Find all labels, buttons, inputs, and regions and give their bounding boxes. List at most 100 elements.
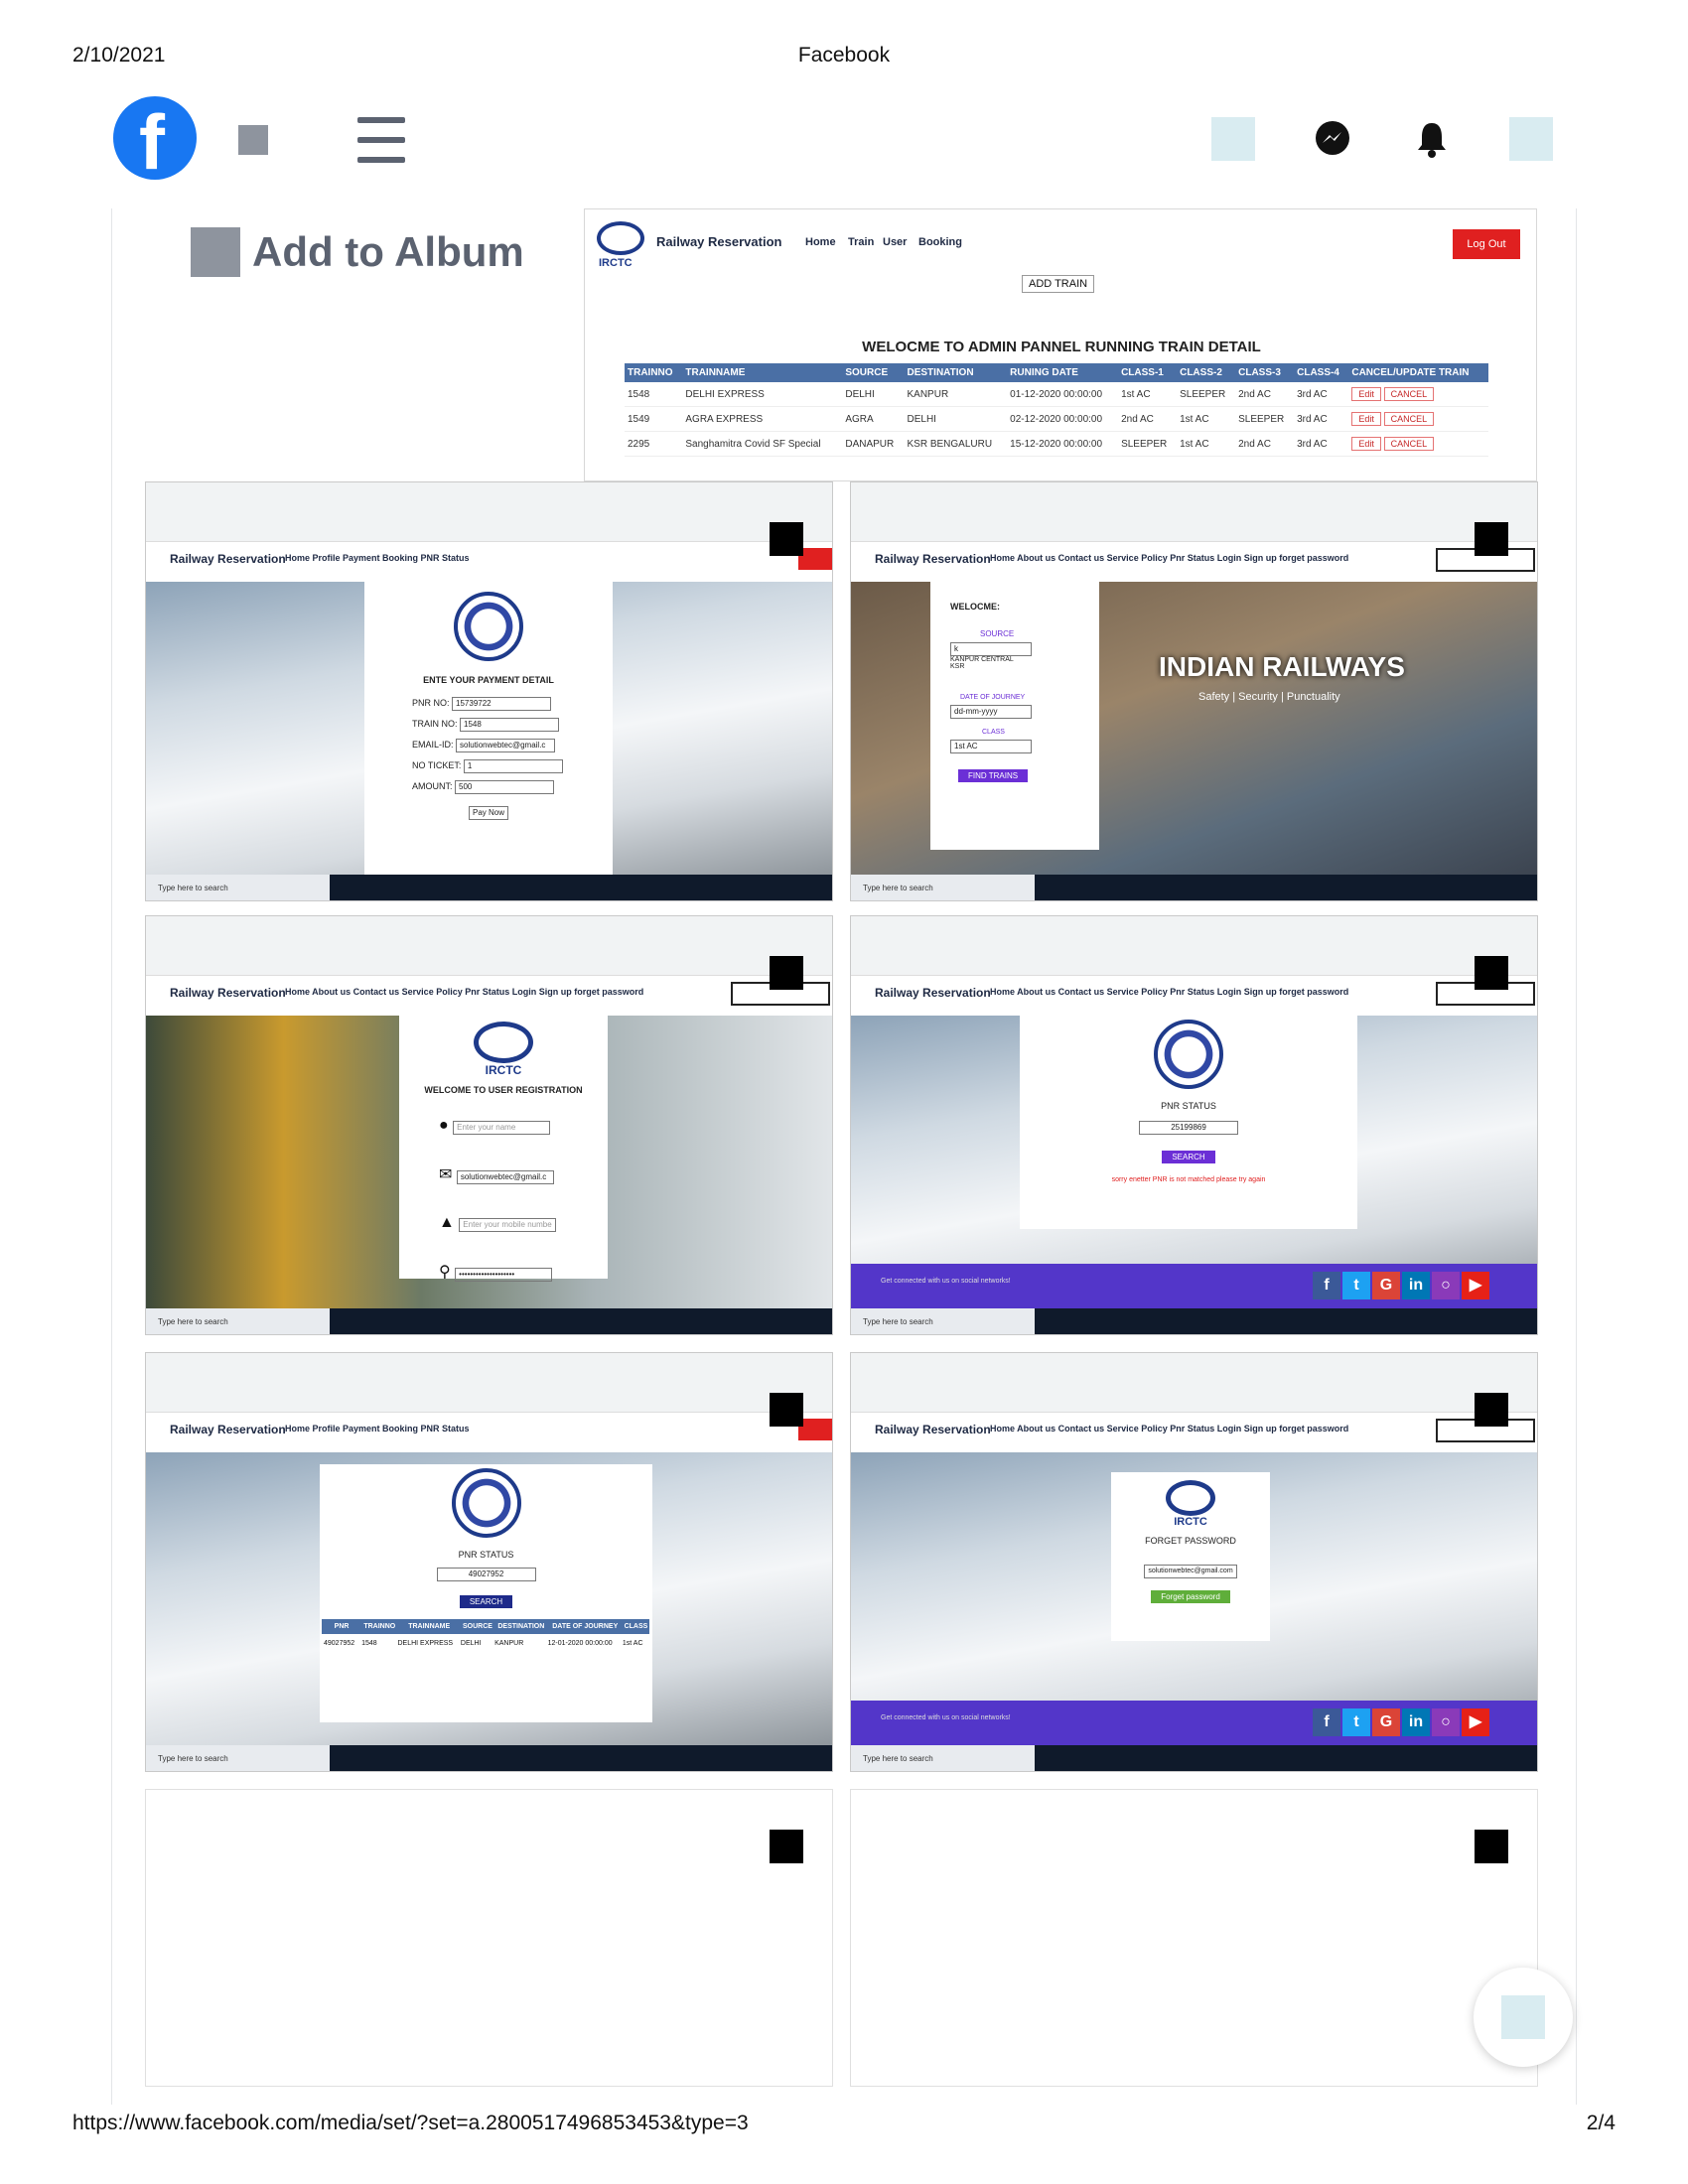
photo-options-icon[interactable] bbox=[770, 522, 803, 556]
search-card: WELOCME: SOURCE k KANPUR CENTRAL KSR DAT… bbox=[930, 582, 1099, 850]
table-header: PNR bbox=[334, 1623, 350, 1630]
app-nav: Home Profile Payment Booking PNR Status bbox=[285, 553, 470, 563]
table-row: 2295 Sanghamitra Covid SF Special DANAPU… bbox=[625, 431, 1488, 457]
taskbar: Type here to search bbox=[851, 1745, 1537, 1771]
pnr-field: 15739722 bbox=[452, 697, 552, 711]
messenger-icon[interactable] bbox=[1311, 117, 1354, 161]
pnr-field: 49027952 bbox=[436, 1568, 536, 1581]
table-cell: DELHI EXPRESS bbox=[397, 1640, 454, 1647]
registration-heading: WELCOME TO USER REGISTRATION bbox=[424, 1085, 583, 1095]
class-select: 1st AC bbox=[950, 740, 1032, 753]
doj-label: DATE OF JOURNEY bbox=[960, 694, 1026, 701]
photo-options-icon[interactable] bbox=[1475, 1393, 1508, 1427]
table-cell: 02-12-2020 00:00:00 bbox=[1007, 406, 1119, 432]
photo-options-icon[interactable] bbox=[1475, 522, 1508, 556]
photo-payment[interactable]: Railway Reservation Home Profile Payment… bbox=[145, 481, 833, 901]
table-header: SOURCE bbox=[463, 1623, 492, 1630]
table-cell: 49027952 bbox=[324, 1640, 355, 1647]
edit-button: Edit bbox=[1351, 412, 1381, 426]
placeholder-icon[interactable] bbox=[238, 125, 268, 155]
table-cell: Edit CANCEL bbox=[1348, 406, 1488, 432]
floating-action-button[interactable] bbox=[1474, 1968, 1573, 2067]
table-cell: AGRA bbox=[842, 406, 905, 432]
taskbar: Type here to search bbox=[851, 1308, 1537, 1334]
table-cell: 2nd AC bbox=[1235, 382, 1295, 407]
table-cell: 1548 bbox=[625, 382, 683, 407]
add-album-icon bbox=[191, 227, 240, 277]
notifications-icon[interactable] bbox=[1410, 117, 1454, 161]
train-field: 1548 bbox=[460, 718, 560, 732]
facebook-logo[interactable]: f bbox=[113, 96, 197, 184]
photo-options-icon[interactable] bbox=[1475, 1830, 1508, 1863]
mobile-field: Enter your mobile numbe bbox=[459, 1218, 557, 1232]
photo-options-icon[interactable] bbox=[770, 956, 803, 990]
social-bar: Get connected with us on social networks… bbox=[851, 1701, 1537, 1745]
photo-options-icon[interactable] bbox=[1475, 956, 1508, 990]
admin-train-table: TRAINNO TRAINNAME SOURCE DESTINATION RUN… bbox=[625, 363, 1488, 457]
pnr-field: 25199869 bbox=[1139, 1121, 1238, 1135]
photo-pnr-status-result[interactable]: Railway Reservation Home Profile Payment… bbox=[145, 1352, 833, 1772]
doj-field: dd-mm-yyyy bbox=[950, 705, 1032, 719]
placeholder-icon[interactable] bbox=[1211, 117, 1255, 161]
table-header: CLASS-2 bbox=[1177, 363, 1236, 382]
table-cell: 15-12-2020 00:00:00 bbox=[1007, 431, 1119, 457]
ticket-label: NO TICKET: bbox=[412, 760, 462, 770]
amount-label: AMOUNT: bbox=[412, 781, 453, 791]
table-cell: 1549 bbox=[625, 406, 683, 432]
browser-chrome bbox=[146, 482, 832, 542]
table-header: TRAINNAME bbox=[682, 363, 843, 382]
table-cell: 2nd AC bbox=[1118, 406, 1178, 432]
password-field: •••••••••••••••••••• bbox=[455, 1268, 553, 1282]
cancel-button: CANCEL bbox=[1383, 437, 1435, 451]
menu-icon[interactable] bbox=[357, 117, 405, 163]
irctc-logo-icon bbox=[1166, 1480, 1215, 1516]
table-cell: DELHI bbox=[460, 1640, 482, 1647]
table-header: CLASS bbox=[624, 1623, 648, 1630]
admin-nav-booking: Booking bbox=[918, 236, 962, 248]
source-field: k bbox=[950, 642, 1032, 656]
logout-button bbox=[798, 1419, 832, 1440]
photo-pnr-status-error[interactable]: Railway Reservation Home About us Contac… bbox=[850, 915, 1538, 1335]
table-cell: 12-01-2020 00:00:00 bbox=[547, 1640, 613, 1647]
app-bar: Railway Reservation Home About us Contac… bbox=[146, 976, 832, 1016]
table-header: TRAINNAME bbox=[408, 1623, 451, 1630]
photo-registration[interactable]: Railway Reservation Home About us Contac… bbox=[145, 915, 833, 1335]
app-nav: Home About us Contact us Service Policy … bbox=[285, 987, 644, 997]
photo-search-trains[interactable]: Railway Reservation Home About us Contac… bbox=[850, 481, 1538, 901]
photo-forget-password[interactable]: Railway Reservation Home About us Contac… bbox=[850, 1352, 1538, 1772]
photo-placeholder[interactable] bbox=[850, 1789, 1538, 2087]
twitter-icon: t bbox=[1342, 1272, 1370, 1299]
add-to-album-button[interactable]: Add to Album bbox=[191, 226, 524, 278]
photo-options-icon[interactable] bbox=[770, 1393, 803, 1427]
table-cell: 2295 bbox=[625, 431, 683, 457]
youtube-icon: ▶ bbox=[1462, 1708, 1489, 1736]
browser-tab bbox=[152, 486, 301, 500]
table-header: SOURCE bbox=[842, 363, 905, 382]
admin-panel-photo[interactable]: IRCTC Railway Reservation Home Train Use… bbox=[584, 208, 1537, 481]
table-cell: 1548 bbox=[361, 1640, 377, 1647]
class-label: CLASS bbox=[982, 729, 1005, 736]
taskbar: Type here to search bbox=[146, 1308, 832, 1334]
table-cell: 2nd AC bbox=[1235, 431, 1295, 457]
taskbar-search: Type here to search bbox=[146, 1745, 330, 1771]
find-trains-button: FIND TRAINS bbox=[958, 769, 1029, 782]
forget-password-card: IRCTC FORGET PASSWORD solutionwebtec@gma… bbox=[1111, 1472, 1270, 1641]
table-cell: AGRA EXPRESS bbox=[682, 406, 843, 432]
logout-button: Log Out bbox=[1453, 229, 1520, 259]
placeholder-icon[interactable] bbox=[1509, 117, 1553, 161]
admin-app-bar: IRCTC Railway Reservation Home Train Use… bbox=[585, 209, 1536, 319]
app-brand: Railway Reservation bbox=[170, 1423, 286, 1436]
taskbar: Type here to search bbox=[851, 875, 1537, 900]
app-brand: Railway Reservation bbox=[875, 1423, 991, 1436]
social-bar-text: Get connected with us on social networks… bbox=[881, 1278, 1011, 1285]
app-brand: Railway Reservation bbox=[170, 552, 286, 566]
pnr-error-message: sorry enetter PNR is not matched please … bbox=[1111, 1176, 1266, 1183]
photo-options-icon[interactable] bbox=[770, 1830, 803, 1863]
browser-chrome bbox=[146, 1353, 832, 1413]
table-header: DESTINATION bbox=[497, 1623, 545, 1630]
irctc-logo-icon bbox=[474, 1022, 533, 1063]
search-button: SEARCH bbox=[1162, 1151, 1215, 1163]
table-cell: DELHI bbox=[904, 406, 1008, 432]
search-button: SEARCH bbox=[459, 1595, 513, 1608]
photo-placeholder[interactable] bbox=[145, 1789, 833, 2087]
